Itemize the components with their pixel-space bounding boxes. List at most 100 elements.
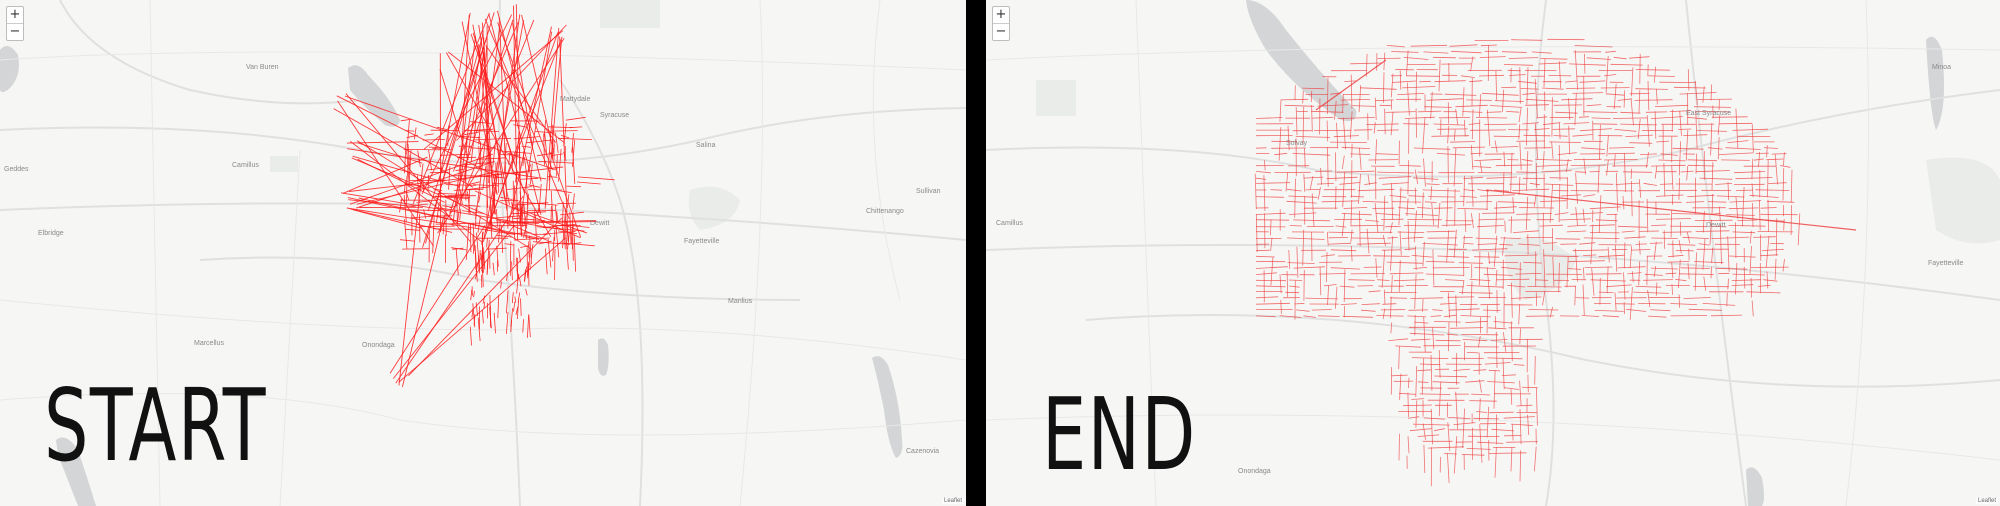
zoom-out-button[interactable]: − <box>7 23 23 40</box>
route-segment <box>1557 152 1577 155</box>
route-segment <box>1551 97 1553 137</box>
zoom-out-button[interactable]: − <box>993 23 1009 40</box>
route-segment <box>1671 109 1674 132</box>
route-segment <box>1476 411 1488 413</box>
route-segment <box>1375 153 1399 155</box>
route-segment <box>1561 98 1593 101</box>
route-segment <box>513 301 516 312</box>
route-segment <box>1287 237 1325 240</box>
route-segment <box>1648 315 1667 318</box>
place-label: Camillus <box>232 162 259 169</box>
route-segment <box>1364 182 1377 185</box>
route-segment <box>1735 108 1739 149</box>
route-segment <box>1613 154 1616 168</box>
route-segment <box>1464 209 1467 233</box>
route-segment <box>1598 291 1614 293</box>
route-segment <box>1510 321 1513 362</box>
route-segment <box>1327 147 1329 187</box>
route-segment <box>1783 152 1785 166</box>
route-segment <box>1357 188 1395 192</box>
route-segment <box>1582 284 1585 316</box>
route-segment <box>1348 279 1375 281</box>
route-segment <box>1592 123 1618 125</box>
route-segment <box>1758 151 1760 168</box>
route-segment <box>1471 145 1474 170</box>
route-segment <box>1374 203 1379 233</box>
route-segment <box>1511 423 1514 441</box>
route-segment <box>1321 200 1359 203</box>
route-segment <box>1303 173 1306 192</box>
route-segment <box>522 319 524 333</box>
route-segment <box>1419 80 1431 83</box>
route-segment <box>1685 129 1689 161</box>
route-segment <box>1422 423 1426 440</box>
route-segment <box>1621 230 1635 233</box>
route-segment <box>1653 66 1657 83</box>
route-segment <box>1518 176 1521 195</box>
route-segment <box>1590 224 1594 265</box>
route-segment <box>1285 172 1289 192</box>
route-segment <box>1481 212 1515 214</box>
route-segment <box>1529 182 1540 186</box>
route-segment <box>1474 267 1496 269</box>
route-segment <box>1510 216 1512 234</box>
route-segment <box>1484 362 1511 365</box>
route-segment <box>1654 165 1658 179</box>
route-segment <box>1424 106 1452 108</box>
route-segment <box>545 248 548 275</box>
route-segment <box>1330 267 1361 270</box>
route-segment <box>1702 86 1705 103</box>
route-segment <box>408 217 563 377</box>
route-segment <box>1737 219 1758 221</box>
route-segment <box>1433 123 1466 126</box>
route-segment <box>1614 292 1617 311</box>
route-segment <box>1605 50 1616 53</box>
route-segment <box>1330 249 1357 252</box>
route-segment <box>1650 164 1686 167</box>
route-segment <box>1766 145 1768 158</box>
route-segment <box>1497 201 1536 204</box>
route-segment <box>1710 84 1713 101</box>
route-segment <box>1504 220 1506 233</box>
route-segment <box>1383 72 1385 103</box>
route-segment <box>1653 241 1657 261</box>
zoom-in-button[interactable]: + <box>7 7 23 23</box>
route-segment <box>1413 267 1428 269</box>
route-segment <box>1361 303 1380 305</box>
route-segment <box>1481 92 1519 96</box>
route-segment <box>1710 314 1743 317</box>
route-segment <box>1321 254 1335 257</box>
zoom-in-button[interactable]: + <box>993 7 1009 23</box>
place-label: Dewitt <box>590 220 610 227</box>
route-segment <box>1528 309 1559 311</box>
place-label: Onondaga <box>362 342 395 349</box>
route-segment <box>1493 370 1496 409</box>
route-segment <box>1607 247 1610 263</box>
map-attribution[interactable]: Leaflet <box>941 498 964 504</box>
route-segment <box>1655 282 1658 296</box>
route-segment <box>1410 338 1431 341</box>
route-segment <box>1430 408 1433 445</box>
route-segment <box>357 158 445 203</box>
route-segment <box>1506 111 1520 113</box>
park <box>1036 80 1076 116</box>
route-segment <box>1255 296 1279 299</box>
route-segment <box>1399 70 1402 90</box>
route-segment <box>1506 441 1538 443</box>
route-segment <box>400 118 412 122</box>
route-segment <box>1509 74 1526 76</box>
end-map-panel[interactable]: + − Solvay East Syracuse Camillus Dewitt… <box>986 0 2000 506</box>
route-segment <box>1670 303 1697 305</box>
route-segment <box>1457 208 1489 210</box>
route-segment <box>551 130 578 132</box>
start-map-panel[interactable]: + − Van Buren Camillus Geddes Mattydale … <box>0 0 966 506</box>
route-segment <box>477 216 481 233</box>
route-segment <box>1766 200 1795 203</box>
route-segment <box>1352 105 1376 107</box>
route-segment <box>1679 110 1682 137</box>
route-segment <box>1426 183 1440 185</box>
route-segment <box>1447 125 1450 144</box>
place-label: Sullivan <box>916 188 941 195</box>
map-attribution[interactable]: Leaflet <box>1975 498 1998 504</box>
route-segment <box>1404 248 1416 251</box>
